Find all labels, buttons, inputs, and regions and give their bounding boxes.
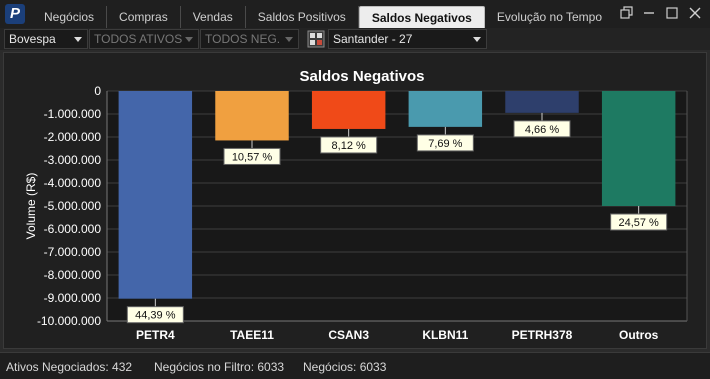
minimize-icon[interactable] [640,4,658,22]
status-ativos-negociados: Ativos Negociados: 432 [6,360,133,374]
chevron-down-icon [185,37,193,42]
assets-select[interactable]: TODOS ATIVOS [89,29,199,49]
tab-strip: Negócios Compras Vendas Saldos Positivos… [32,6,614,28]
data-label: 4,66 % [525,124,559,136]
close-icon[interactable] [686,4,704,22]
chevron-down-icon [473,37,481,42]
tab-saldos-negativos[interactable]: Saldos Negativos [358,6,485,28]
bar-chart: Saldos Negativos Volume (R$) 0 -1.000.000… [24,68,688,342]
maximize-icon[interactable] [663,4,681,22]
exchange-select-value: Bovespa [9,32,56,46]
app-logo-icon: P [5,4,25,24]
bar-taee11 [215,91,289,141]
chart-title: Saldos Negativos [299,68,424,85]
filter-toolbar: Bovespa TODOS ATIVOS TODOS NEG. Santande… [0,28,710,50]
y-tick-label: -8.000.000 [44,268,102,282]
data-label: 24,57 % [618,217,659,229]
title-bar: P Negócios Compras Vendas Saldos Positiv… [0,0,710,29]
x-tick-label: CSAN3 [328,328,369,342]
restore-window-icon[interactable] [617,4,635,22]
x-tick-label: TAEE11 [230,328,274,342]
exchange-select[interactable]: Bovespa [4,29,88,49]
y-tick-label: -9.000.000 [44,291,102,305]
broker-select[interactable]: Santander - 27 [328,29,487,49]
x-tick-label: PETR4 [136,328,175,342]
y-tick-label: -2.000.000 [44,130,102,144]
y-tick-label: -7.000.000 [44,245,102,259]
data-label: 8,12 % [332,140,366,152]
y-tick-label: -4.000.000 [44,176,102,190]
x-tick-label: PETRH378 [512,328,573,342]
chart-panel: Saldos Negativos Volume (R$) 0 -1.000.000… [3,52,707,349]
tab-compras[interactable]: Compras [107,6,181,28]
x-tick-label: KLBN11 [422,328,468,342]
y-tick-label: -3.000.000 [44,153,102,167]
chevron-down-icon [285,37,293,42]
chevron-down-icon [74,37,82,42]
tab-negocios[interactable]: Negócios [32,6,108,28]
tab-evolucao-no-tempo[interactable]: Evolução no Tempo [485,6,614,28]
bar-petrh378 [505,91,579,113]
status-negocios: Negócios: 6033 [303,360,387,374]
y-tick-label: -1.000.000 [44,107,102,121]
tab-vendas[interactable]: Vendas [181,6,246,28]
bar-klbn11 [408,91,483,127]
y-tick-label: -6.000.000 [44,222,102,236]
data-label: 7,69 % [428,138,462,150]
data-label: 44,39 % [135,310,176,322]
y-tick-label: -5.000.000 [44,199,102,213]
y-axis-label: Volume (R$) [24,173,38,240]
broker-filter-icon[interactable] [307,30,325,48]
bar-outros [601,91,676,206]
y-tick-label: 0 [94,84,101,98]
bar-csan3 [311,91,386,129]
status-negocios-filtro: Negócios no Filtro: 6033 [154,360,285,374]
data-label: 10,57 % [232,151,273,163]
trades-select[interactable]: TODOS NEG. [200,29,299,49]
tab-saldos-positivos[interactable]: Saldos Positivos [246,6,359,28]
x-tick-label: Outros [619,328,659,342]
assets-select-value: TODOS ATIVOS [94,32,183,46]
bar-petr4 [118,91,193,299]
status-bar: Ativos Negociados: 432 Negócios no Filtr… [0,352,710,379]
y-tick-label: -10.000.000 [37,314,101,328]
broker-select-value: Santander - 27 [333,32,413,46]
trades-select-value: TODOS NEG. [205,32,281,46]
